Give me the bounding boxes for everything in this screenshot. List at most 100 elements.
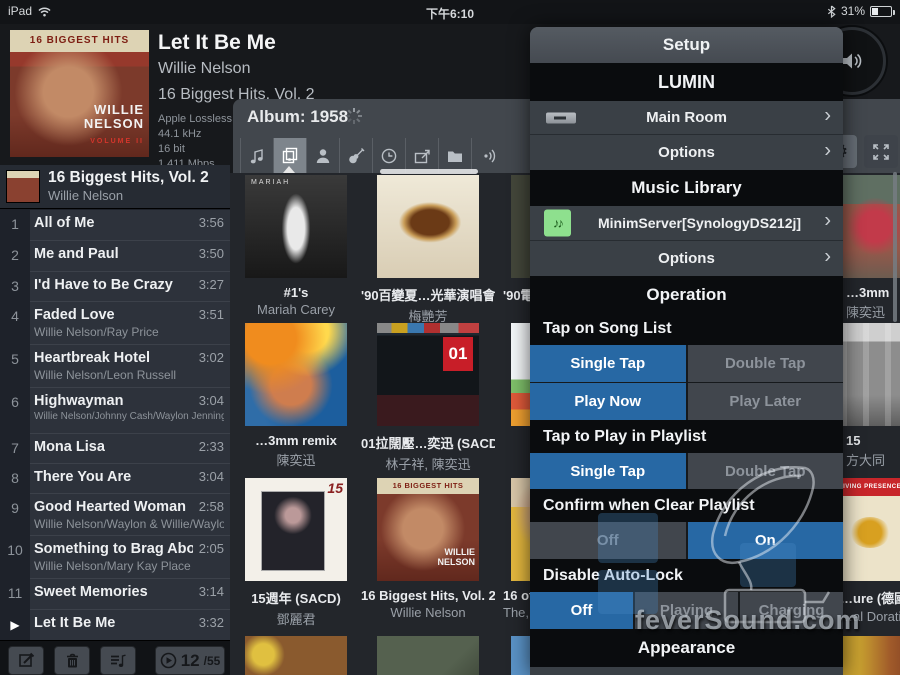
auto-lock-segment: Off Playing Charging	[530, 592, 843, 629]
tap-playlist-segment: Single Tap Double Tap	[530, 453, 843, 489]
track-duration: 2:58	[199, 499, 224, 514]
now-playing-artwork[interactable]: 16 BIGGEST HITS WILLIE NELSON VOLUME II	[10, 30, 149, 157]
tab-recent[interactable]	[372, 138, 405, 173]
edit-playlist-button[interactable]	[8, 646, 44, 675]
track-row[interactable]: 9 Good Hearted Woman2:58 Willie Nelson/W…	[0, 494, 230, 536]
track-row[interactable]: 8 There You Are 3:04	[0, 464, 230, 494]
track-row-playing[interactable]: ▶ Let It Be Me3:32	[0, 610, 230, 643]
off-option[interactable]: Off	[530, 592, 635, 629]
track-duration: 3:04	[199, 469, 224, 484]
minimserver-icon: ♪♪	[544, 210, 571, 237]
double-tap-option[interactable]: Double Tap	[688, 453, 844, 489]
album-cell[interactable]: 16 BIGGEST HITS WILLIE NELSON 16 Biggest…	[361, 478, 495, 620]
loading-spinner-icon	[345, 107, 363, 125]
album-cell[interactable]	[361, 636, 495, 675]
battery-icon	[870, 6, 892, 17]
playlist-toolbar: 12/55	[0, 640, 230, 675]
off-option[interactable]: Off	[530, 522, 688, 559]
server-row[interactable]: ♪♪ MinimServer[SynologyDS212j] ›	[530, 206, 843, 241]
playlist-album-title: 16 Biggest Hits, Vol. 2	[48, 169, 209, 187]
album-artist: Willie Nelson	[361, 605, 495, 620]
album-cover[interactable]	[377, 175, 479, 278]
track-row[interactable]: 4 Faded Love3:51 Willie Nelson/Ray Price	[0, 302, 230, 345]
album-cover[interactable]	[245, 323, 347, 426]
bit-depth: 16 bit	[158, 142, 232, 157]
track-duration: 3:32	[199, 615, 224, 630]
single-tap-option[interactable]: Single Tap	[530, 453, 688, 489]
now-playing-title: Let It Be Me	[158, 31, 276, 55]
track-row[interactable]: 3 I'd Have to Be Crazy3:27	[0, 272, 230, 302]
album-cover[interactable]	[377, 636, 479, 675]
track-number: 9	[0, 494, 30, 536]
section-operation: Operation	[530, 276, 843, 313]
track-number: 3	[0, 272, 30, 302]
main-room-row[interactable]: Main Room ›	[530, 101, 843, 135]
track-row[interactable]: 6 Highwayman3:04 Willie Nelson/Johnny Ca…	[0, 388, 230, 434]
track-row[interactable]: 10 Something to Brag About2:05 Willie Ne…	[0, 536, 230, 579]
play-now-option[interactable]: Play Now	[530, 383, 688, 420]
track-number: 6	[0, 388, 30, 434]
album-cell[interactable]: '90百變夏…光華演唱會 梅艷芳	[361, 175, 495, 325]
play-later-option[interactable]: Play Later	[688, 383, 844, 420]
album-cell[interactable]: 15 15週年 (SACD) 鄧麗君	[230, 478, 363, 628]
single-tap-option[interactable]: Single Tap	[530, 345, 688, 382]
play-circle-icon	[160, 652, 177, 669]
sample-rate: 44.1 kHz	[158, 127, 232, 142]
track-row[interactable]: 2 Me and Paul3:50	[0, 241, 230, 272]
playing-counter-button[interactable]: 12/55	[155, 646, 225, 675]
album-cell[interactable]	[230, 636, 363, 675]
tab-export[interactable]	[405, 138, 438, 173]
double-tap-option[interactable]: Double Tap	[688, 345, 844, 382]
tab-folders[interactable]	[438, 138, 471, 173]
chevron-right-icon: ›	[824, 139, 831, 162]
expand-icon	[872, 143, 890, 161]
fullscreen-button[interactable]	[864, 135, 898, 168]
track-title: There You Are	[34, 469, 131, 485]
library-options-row[interactable]: Options ›	[530, 241, 843, 276]
album-cell[interactable]: MARIAH #1's Mariah Carey	[230, 175, 363, 317]
track-row[interactable]: 1 All of Me3:56	[0, 210, 230, 241]
horizontal-scroll-indicator[interactable]	[380, 169, 478, 174]
track-number: 8	[0, 464, 30, 494]
album-cover[interactable]: 01	[377, 323, 479, 426]
tab-songs[interactable]	[240, 138, 273, 173]
track-number: 10	[0, 536, 30, 579]
header-disable-auto-lock: Disable Auto-Lock	[530, 559, 843, 592]
trash-icon	[65, 652, 80, 669]
charging-option[interactable]: Charging	[740, 592, 843, 629]
album-cover[interactable]: 15	[245, 478, 347, 581]
track-number: 7	[0, 434, 30, 464]
on-option[interactable]: On	[688, 522, 844, 559]
playlist-note-icon	[109, 653, 127, 669]
lumin-options-row[interactable]: Options ›	[530, 135, 843, 170]
cover-photo	[261, 491, 325, 571]
cover-artist-line1: WILLIE	[437, 547, 475, 557]
track-row[interactable]: 11 Sweet Memories3:14	[0, 579, 230, 610]
vertical-scroll-indicator[interactable]	[893, 172, 897, 322]
album-title: '90百變夏…光華演唱會	[361, 285, 495, 304]
chevron-right-icon: ›	[824, 210, 831, 233]
status-bar: iPad 下午6:10 31%	[0, 0, 900, 24]
album-cell[interactable]: 01 01拉闊壓…奕迅 (SACD) 林子祥, 陳奕迅	[361, 323, 495, 473]
album-cover[interactable]	[245, 636, 347, 675]
track-title: Me and Paul	[34, 246, 119, 262]
speaker-icon	[841, 51, 863, 71]
save-playlist-button[interactable]	[100, 646, 136, 675]
clock: 下午6:10	[0, 5, 900, 22]
album-cover[interactable]: MARIAH	[245, 175, 347, 278]
counter-total: /55	[204, 654, 221, 668]
options-label: Options	[658, 250, 715, 267]
clear-playlist-button[interactable]	[54, 646, 90, 675]
track-row[interactable]: 5 Heartbreak Hotel3:02 Willie Nelson/Leo…	[0, 345, 230, 388]
playing-icon: ▶	[0, 610, 30, 643]
tab-artists[interactable]	[306, 138, 339, 173]
album-cover[interactable]: 16 BIGGEST HITS WILLIE NELSON	[377, 478, 479, 581]
tab-radio[interactable]	[471, 138, 504, 173]
lumin-device-icon	[546, 112, 576, 123]
playing-option[interactable]: Playing	[635, 592, 740, 629]
track-title: Sweet Memories	[34, 584, 148, 600]
track-row[interactable]: 7 Mona Lisa2:33	[0, 434, 230, 464]
album-cell[interactable]: …3mm remix 陳奕迅	[230, 323, 363, 469]
playlist-header[interactable]: 16 Biggest Hits, Vol. 2 Willie Nelson	[0, 165, 230, 209]
tab-composers[interactable]	[339, 138, 372, 173]
